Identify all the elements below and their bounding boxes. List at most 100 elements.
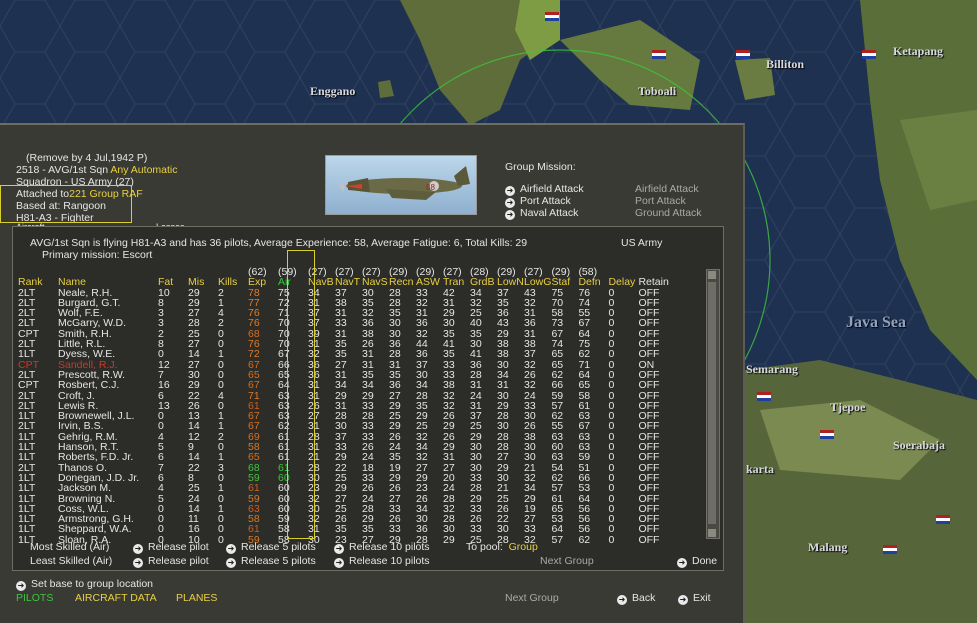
- arrow-icon: ➜: [226, 558, 236, 568]
- pilot-cell: Jackson M.: [58, 482, 112, 495]
- pilot-cell: 1: [218, 482, 224, 495]
- tab-pilots[interactable]: PILOTS: [16, 592, 53, 604]
- map-label-billiton: Billiton: [766, 57, 805, 71]
- button-label: Release pilot: [148, 555, 209, 567]
- map-label-soerabaja: Soerabaja: [893, 438, 945, 452]
- mission-alt-3: Ground Attack: [635, 207, 702, 219]
- arrow-icon: ➜: [334, 558, 344, 568]
- pilot-cell: 28: [470, 482, 482, 495]
- pilot-cell: 57: [551, 533, 564, 546]
- mission-alt-1: Airfield Attack: [635, 183, 699, 195]
- mission-option-label: Airfield Attack: [520, 183, 584, 195]
- arrow-icon: ➜: [133, 558, 143, 568]
- based-at: Based at: Rangoon: [16, 200, 106, 212]
- to-pool[interactable]: To pool: Group: [466, 541, 538, 553]
- map-label-ketapang: Ketapang: [893, 44, 944, 58]
- group-mission-title: Group Mission:: [505, 161, 576, 173]
- pilot-cell: 61: [248, 482, 260, 495]
- pilot-cell: 1LT: [18, 482, 36, 495]
- arrow-icon: ➜: [16, 581, 26, 591]
- arrow-icon: ➜: [505, 210, 515, 220]
- pilot-cell: 25: [188, 482, 200, 495]
- map-label-toboali: Toboali: [638, 84, 677, 98]
- roster-scrollbar[interactable]: [706, 269, 720, 539]
- arrow-icon: ➜: [677, 558, 687, 568]
- arrow-icon: ➜: [617, 595, 627, 605]
- pilot-roster-table: (62) (59) (27) (27) (27) (29) (29) (27) (28) (29)…: [18, 267, 669, 546]
- button-label: Release 5 pilots: [241, 541, 316, 553]
- pilot-cell: 26: [389, 482, 401, 495]
- least-skilled-label: Least Skilled (Air): [30, 555, 113, 567]
- pilot-cell: 4: [158, 482, 164, 495]
- scroll-up-button[interactable]: [708, 271, 716, 279]
- based-at-value[interactable]: Rangoon: [63, 200, 106, 212]
- pilot-cell: 26: [362, 482, 374, 495]
- map-label-tjepoe: Tjepoe: [830, 400, 866, 414]
- button-label: Done: [692, 555, 718, 567]
- least-release-10-button[interactable]: ➜ Release 10 pilots: [334, 555, 430, 568]
- arrow-icon: ➜: [226, 544, 236, 554]
- next-group-button[interactable]: Next Group: [505, 592, 559, 604]
- least-release-5-button[interactable]: ➜ Release 5 pilots: [226, 555, 316, 568]
- most-release-pilot-button[interactable]: ➜ Release pilot: [133, 541, 209, 554]
- pilot-cell: 0: [608, 482, 615, 495]
- pilot-cell: 62: [578, 533, 591, 546]
- most-skilled-label: Most Skilled (Air): [30, 541, 110, 553]
- pilot-cell: 0: [608, 533, 615, 546]
- roster-service: US Army: [621, 237, 663, 249]
- pilot-row[interactable]: 1LT Jackson M. 4 25 1 61 60 23 29 26 26 23 24 28 21 34 5…: [18, 482, 669, 495]
- tab-aircraft-data[interactable]: AIRCRAFT DATA: [75, 592, 157, 604]
- done-button[interactable]: ➜ Done: [677, 555, 717, 568]
- roster-summary: AVG/1st Sqn is flying H81-A3 and has 36 …: [30, 237, 528, 249]
- most-release-10-button[interactable]: ➜ Release 10 pilots: [334, 541, 430, 554]
- unit-flags[interactable]: Any Automatic: [110, 164, 177, 176]
- button-label: Back: [632, 592, 656, 604]
- unit-id: 2518 - AVG/1st Sqn Any Automatic: [16, 164, 178, 176]
- svg-text:88: 88: [426, 183, 435, 192]
- button-label: Release pilot: [148, 541, 209, 553]
- scroll-thumb[interactable]: [708, 282, 716, 524]
- attached-value[interactable]: 221 Group RAF: [69, 188, 143, 200]
- attached-to: Attached to221 Group RAF: [16, 188, 143, 200]
- map-label-malang: Malang: [808, 540, 848, 554]
- mission-alt-2: Port Attack: [635, 195, 686, 207]
- pilot-cell: 29: [335, 482, 347, 495]
- to-pool-value[interactable]: Group: [509, 541, 538, 553]
- scroll-down-button[interactable]: [708, 529, 716, 537]
- button-label: Exit: [693, 592, 711, 604]
- remove-by-text: (Remove by 4 Jul,1942 P): [26, 152, 148, 164]
- pilot-cell: 24: [443, 482, 455, 495]
- unit-type: Squadron - US Army (27): [16, 176, 134, 188]
- pilot-cell: 57: [551, 482, 564, 495]
- pilot-cell: 53: [578, 482, 591, 495]
- to-pool-label: To pool:: [466, 541, 503, 553]
- set-base-button[interactable]: ➜ Set base to group location: [16, 578, 153, 591]
- arrow-icon: ➜: [133, 544, 143, 554]
- unit-id-text: 2518 - AVG/1st Sqn: [16, 164, 109, 176]
- mission-option-label: Port Attack: [520, 195, 571, 207]
- mission-option-3[interactable]: ➜ Naval Attack: [505, 207, 578, 220]
- map-label-enggano: Enggano: [310, 84, 356, 98]
- next-group-inner-button[interactable]: Next Group: [540, 555, 594, 567]
- least-release-pilot-button[interactable]: ➜ Release pilot: [133, 555, 209, 568]
- back-button[interactable]: ➜ Back: [617, 592, 655, 605]
- pilot-cell: OFF: [638, 482, 660, 495]
- pilot-cell: 34: [524, 482, 536, 495]
- pilot-cell: 23: [416, 482, 428, 495]
- map-label-java-sea: Java Sea: [846, 314, 906, 331]
- pilot-cell: 23: [308, 482, 320, 495]
- arrow-icon: ➜: [334, 544, 344, 554]
- exit-button[interactable]: ➜ Exit: [678, 592, 711, 605]
- aircraft-image: 88: [325, 155, 477, 215]
- tab-planes[interactable]: PLANES: [176, 592, 217, 604]
- based-at-label: Based at:: [16, 200, 61, 212]
- most-release-5-button[interactable]: ➜ Release 5 pilots: [226, 541, 316, 554]
- attached-label: Attached to: [16, 188, 70, 200]
- map-label-semarang: Semarang: [746, 362, 798, 376]
- button-label: Release 10 pilots: [349, 541, 430, 553]
- arrow-icon: ➜: [678, 595, 688, 605]
- button-label: Set base to group location: [31, 578, 154, 590]
- pilot-cell: OFF: [638, 533, 660, 546]
- mission-option-label: Naval Attack: [520, 207, 579, 219]
- button-label: Release 5 pilots: [241, 555, 316, 567]
